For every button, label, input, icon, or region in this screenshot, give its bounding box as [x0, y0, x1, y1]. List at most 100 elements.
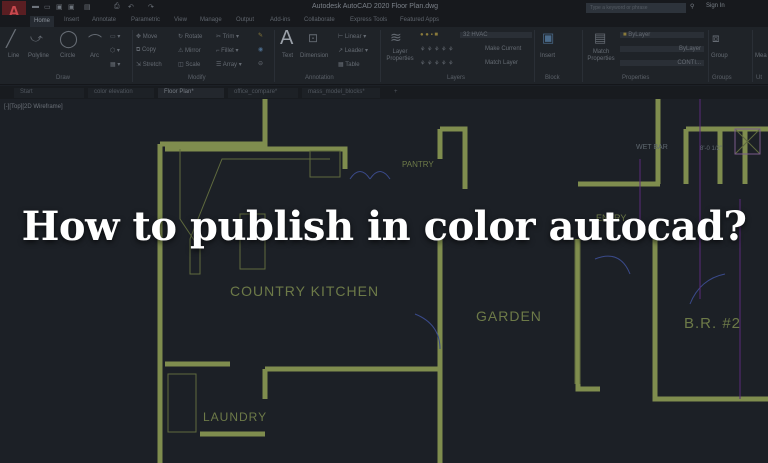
tab-manage[interactable]: Manage [200, 17, 222, 23]
match-properties-button[interactable]: Match Properties [586, 49, 616, 63]
layer-dropdown[interactable]: 32 HVAC [460, 32, 532, 38]
viewport-controls[interactable]: [-][Top][2D Wireframe] [4, 104, 63, 110]
plot-icon[interactable]: ▤ [84, 3, 91, 11]
move-button[interactable]: ✥ Move [136, 33, 157, 40]
hatch-icon[interactable]: ⬡ ▾ [110, 47, 120, 54]
mirror-button[interactable]: ⚠ Mirror [178, 47, 201, 54]
annotation-panel-label[interactable]: Annotation [305, 75, 334, 81]
lineweight-dropdown[interactable]: CONTI... [620, 60, 704, 66]
scale-label: Scale [185, 62, 201, 68]
offset-icon[interactable]: ⊖ [258, 60, 263, 67]
dimension-icon[interactable]: ⊡ [308, 31, 318, 45]
ribbon: ╱ Line ⤻ Polyline ◯ Circle ⌒ Arc ▭ ▾ ⬡ ▾… [0, 27, 768, 85]
undo-icon[interactable]: ↶ [128, 3, 134, 11]
dimension-label: 8'-0 1/2" [700, 146, 722, 152]
group-icon[interactable]: ⧈ [712, 31, 720, 46]
copy-button[interactable]: ⧉ Copy [136, 47, 156, 54]
doc-tab-start[interactable]: Start [14, 88, 84, 98]
polyline-icon[interactable]: ⤻ [30, 31, 43, 46]
groups-panel-label[interactable]: Groups [712, 75, 732, 81]
doc-tab-floor-plan[interactable]: Floor Plan* [158, 88, 224, 98]
utilities-panel-label[interactable]: Ut [756, 75, 762, 81]
layers-panel-label[interactable]: Layers [447, 75, 465, 81]
new-icon[interactable]: ▬ [32, 3, 39, 10]
gradient-icon[interactable]: ▦ ▾ [110, 61, 120, 68]
table-button[interactable]: ▦ Table [338, 61, 360, 68]
properties-panel-label[interactable]: Properties [622, 75, 649, 81]
doc-tab-office-compare[interactable]: office_compare* [228, 88, 298, 98]
tab-addins[interactable]: Add-ins [270, 17, 290, 23]
insert-icon[interactable]: ▣ [542, 30, 554, 46]
block-panel-label[interactable]: Block [545, 75, 560, 81]
trim-button[interactable]: ✂ Trim ▾ [216, 33, 239, 40]
pencil-icon[interactable]: ✎ [258, 32, 263, 39]
new-tab-button[interactable]: + [388, 88, 404, 98]
move-label: Move [142, 34, 158, 40]
match-properties-icon[interactable]: ▤ [594, 30, 606, 46]
scale-button[interactable]: ◫ Scale [178, 61, 200, 68]
dimension-button[interactable]: Dimension [300, 53, 328, 59]
lineweight-value: CONTI... [677, 60, 701, 66]
arc-icon[interactable]: ⌒ [88, 31, 102, 51]
tab-express-tools[interactable]: Express Tools [350, 17, 387, 23]
doc-tab-mass-model[interactable]: mass_model_blocks* [302, 88, 380, 98]
polyline-button[interactable]: Polyline [28, 53, 49, 59]
explode-icon[interactable]: ◉ [258, 46, 263, 53]
arc-button[interactable]: Arc [90, 53, 99, 59]
leader-label: Leader [344, 48, 364, 54]
draw-panel-label[interactable]: Draw [56, 75, 70, 81]
linear-label: Linear [344, 34, 362, 40]
tab-featured-apps[interactable]: Featured Apps [400, 17, 439, 23]
doc-tab-color-elevation[interactable]: color elevation [88, 88, 154, 98]
tab-output[interactable]: Output [236, 17, 254, 23]
copy-label: Copy [141, 47, 156, 53]
text-icon[interactable]: A [280, 27, 293, 50]
circle-button[interactable]: Circle [60, 53, 75, 59]
array-button[interactable]: ☰ Array ▾ [216, 61, 242, 68]
linetype-dropdown[interactable]: ByLayer [620, 46, 704, 52]
open-icon[interactable]: ▭ [44, 3, 51, 11]
search-input[interactable]: Type a keyword or phrase [586, 3, 686, 13]
room-label-wet-bar: WET BAR [636, 144, 668, 151]
tab-collaborate[interactable]: Collaborate [304, 17, 335, 23]
modify-panel-label[interactable]: Modify [188, 75, 206, 81]
layer-tools2-icons[interactable]: ⚘ ⚘ ⚘ ⚘ ⚘ [420, 60, 454, 67]
document-tabs: Start color elevation Floor Plan* office… [0, 86, 768, 99]
print-icon[interactable]: ⎙ [114, 3, 120, 11]
save-icon[interactable]: ▣ [56, 3, 63, 11]
tab-insert[interactable]: Insert [64, 17, 79, 23]
linear-button[interactable]: ⊢ Linear ▾ [338, 33, 366, 40]
layer-name: 32 HVAC [463, 32, 488, 38]
color-value: ByLayer [628, 32, 651, 38]
binoculars-icon[interactable]: ⚲ [690, 3, 694, 10]
sign-in-button[interactable]: Sign In [706, 3, 725, 9]
layer-properties-button[interactable]: Layer Properties [384, 49, 416, 63]
line-icon[interactable]: ╱ [6, 29, 16, 49]
color-dropdown[interactable]: ■ ByLayer [620, 32, 704, 38]
make-current-button[interactable]: Make Current [485, 46, 521, 52]
tab-annotate[interactable]: Annotate [92, 17, 116, 23]
rectangle-icon[interactable]: ▭ ▾ [110, 33, 120, 40]
leader-button[interactable]: ↗ Leader ▾ [338, 47, 368, 54]
tab-view[interactable]: View [174, 17, 187, 23]
fillet-button[interactable]: ⌐ Fillet ▾ [216, 47, 239, 54]
floor-plan-drawing[interactable]: COUNTRY KITCHEN GARDEN LAUNDRY PANTRY EN… [0, 99, 768, 463]
redo-icon[interactable]: ↷ [148, 3, 154, 11]
saveas-icon[interactable]: ▣ [68, 3, 75, 11]
trim-label: Trim [222, 34, 235, 40]
layer-state-icons[interactable]: ● ● ▪ ■ [420, 32, 438, 38]
layer-properties-icon[interactable]: ≋ [390, 29, 402, 46]
tab-home[interactable]: Home [30, 16, 55, 27]
layer-tools-icons[interactable]: ⚘ ⚘ ⚘ ⚘ ⚘ [420, 46, 454, 53]
circle-icon[interactable]: ◯ [59, 29, 78, 49]
tab-parametric[interactable]: Parametric [131, 17, 160, 23]
match-layer-button[interactable]: Match Layer [485, 60, 518, 66]
mirror-label: Mirror [185, 48, 201, 54]
rotate-button[interactable]: ↻ Rotate [178, 33, 202, 40]
line-button[interactable]: Line [8, 53, 19, 59]
group-button[interactable]: Group [711, 53, 728, 59]
text-button[interactable]: Text [282, 53, 293, 59]
insert-button[interactable]: Insert [540, 53, 555, 59]
measure-button[interactable]: Mea [755, 53, 767, 59]
stretch-button[interactable]: ⇲ Stretch [136, 61, 162, 68]
